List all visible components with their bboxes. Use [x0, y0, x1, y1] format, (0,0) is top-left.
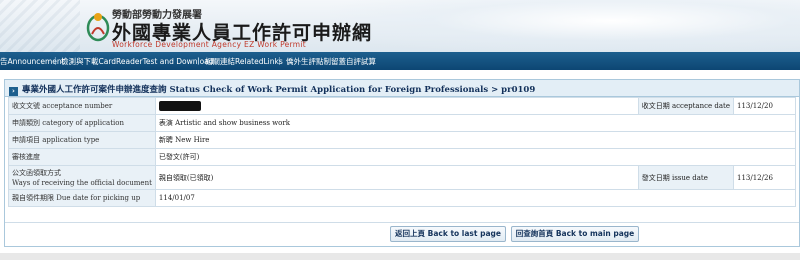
- horizontal-scrollbar[interactable]: [0, 253, 800, 260]
- receive-method-label: 公文函領取方式 Ways of receiving the official d…: [8, 165, 156, 190]
- site-header: 勞動部勞動力發展署 外國專業人員工作許可申辦網 Workforce Develo…: [0, 0, 800, 52]
- review-progress-label: 審核進度: [8, 148, 156, 166]
- action-bar: 返回上頁 Back to last page 回查詢首頁 Back to mai…: [5, 222, 799, 244]
- nav-separator: |: [54, 56, 57, 65]
- status-detail-table: 收文文號 acceptance number 收文日期 acceptance d…: [8, 97, 797, 207]
- site-subtitle: Workforce Development Agency EZ Work Per…: [112, 40, 307, 49]
- panel-title-text: 專業外國人工作許可案件申辦進度查詢 Status Check of Work P…: [22, 85, 536, 95]
- chevron-right-icon: ›: [9, 87, 18, 96]
- header-decor-pattern: [0, 0, 80, 52]
- receive-method-label-en: Ways of receiving the official document: [12, 178, 152, 187]
- table-row: 收文文號 acceptance number 收文日期 acceptance d…: [8, 97, 796, 115]
- panel-title: › 專業外國人工作許可案件申辦進度查詢 Status Check of Work …: [5, 80, 799, 97]
- nav-points-self-assessment[interactable]: 僑外生評點制留蓋自評試算: [286, 56, 376, 67]
- status-panel: › 專業外國人工作許可案件申辦進度查詢 Status Check of Work …: [4, 79, 800, 247]
- agency-logo-icon[interactable]: [86, 8, 110, 44]
- pickup-due-label: 親自領件期限 Due date for picking up: [8, 189, 156, 207]
- header-background-art: [330, 0, 800, 52]
- pickup-due-value: 114/01/07: [154, 189, 797, 207]
- nav-cardreader-download[interactable]: 檢測與下載CardReaderTest and Download: [61, 56, 214, 67]
- acceptance-number-value: [154, 97, 639, 115]
- redacted-block: [158, 101, 201, 111]
- back-to-last-page-button[interactable]: 返回上頁 Back to last page: [390, 226, 506, 242]
- issue-date-label: 發文日期 issue date: [637, 165, 735, 190]
- acceptance-date-value: 113/12/20: [733, 97, 796, 115]
- table-row: 申請類別 category of application 表演 Artistic…: [8, 114, 797, 132]
- acceptance-date-label: 收文日期 acceptance date: [637, 97, 735, 115]
- application-type-label: 申請項目 application type: [8, 131, 156, 149]
- nav-separator: |: [278, 56, 281, 65]
- category-label: 申請類別 category of application: [8, 114, 156, 132]
- acceptance-number-label: 收文文號 acceptance number: [8, 97, 156, 115]
- review-progress-value: 已發文(許可): [154, 148, 797, 166]
- application-type-value: 新聘 New Hire: [154, 131, 797, 149]
- table-row: 親自領件期限 Due date for picking up 114/01/07: [8, 189, 797, 207]
- nav-related-links[interactable]: 相關連結RelatedLinks: [205, 56, 283, 67]
- receive-method-label-zh: 公文函領取方式: [12, 168, 61, 177]
- nav-separator: |: [197, 56, 200, 65]
- table-row: 申請項目 application type 新聘 New Hire: [8, 131, 797, 149]
- top-nav: 告Announcement | 檢測與下載CardReaderTest and …: [0, 52, 800, 70]
- table-row: 公文函領取方式 Ways of receiving the official d…: [8, 165, 796, 190]
- receive-method-value: 親自領取(已領取): [154, 165, 639, 190]
- table-row: 審核進度 已發文(許可): [8, 148, 797, 166]
- issue-date-value: 113/12/26: [733, 165, 796, 190]
- back-to-main-page-button[interactable]: 回查詢首頁 Back to main page: [511, 226, 639, 242]
- category-value: 表演 Artistic and show business work: [154, 114, 797, 132]
